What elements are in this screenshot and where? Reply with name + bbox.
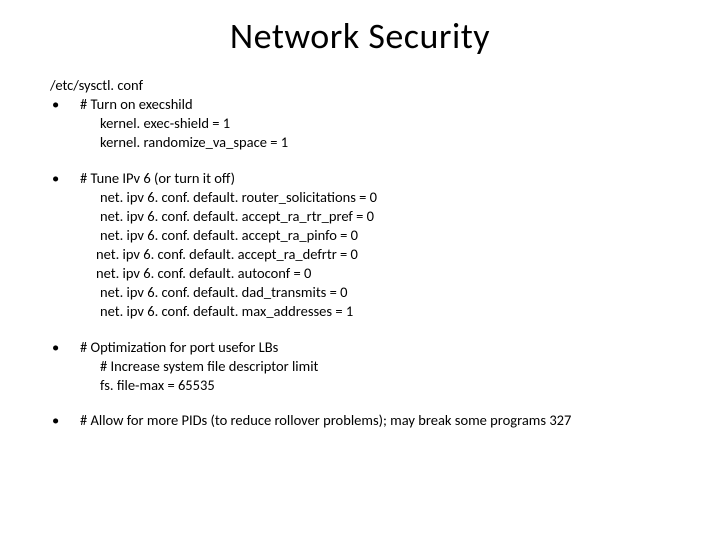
config-line: net. ipv 6. conf. default. autoconf = 0 bbox=[50, 264, 690, 283]
bullet-item: • # Tune IPv 6 (or turn it off) bbox=[50, 169, 690, 188]
config-line: net. ipv 6. conf. default. accept_ra_def… bbox=[50, 245, 690, 264]
config-line: kernel. exec-shield = 1 bbox=[50, 114, 690, 133]
config-line: net. ipv 6. conf. default. accept_ra_pin… bbox=[50, 226, 690, 245]
spacer bbox=[50, 395, 690, 411]
config-line: fs. file-max = 65535 bbox=[50, 376, 690, 395]
bullet-head: # Allow for more PIDs (to reduce rollove… bbox=[80, 411, 690, 430]
bullet-marker: • bbox=[50, 411, 80, 430]
bullet-marker: • bbox=[50, 338, 80, 357]
file-path: /etc/sysctl. conf bbox=[50, 76, 690, 95]
bullet-head: # Tune IPv 6 (or turn it off) bbox=[80, 169, 690, 188]
spacer bbox=[50, 322, 690, 338]
spacer bbox=[50, 153, 690, 169]
config-line: # Increase system file descriptor limit bbox=[50, 357, 690, 376]
slide: Network Security /etc/sysctl. conf • # T… bbox=[0, 14, 720, 540]
config-line: net. ipv 6. conf. default. router_solici… bbox=[50, 188, 690, 207]
config-line: kernel. randomize_va_space = 1 bbox=[50, 133, 690, 152]
config-line: net. ipv 6. conf. default. accept_ra_rtr… bbox=[50, 207, 690, 226]
bullet-head: # Optimization for port usefor LBs bbox=[80, 338, 690, 357]
bullet-item: • # Turn on execshild bbox=[50, 95, 690, 114]
bullet-item: • # Optimization for port usefor LBs bbox=[50, 338, 690, 357]
slide-title: Network Security bbox=[0, 14, 720, 58]
config-line: net. ipv 6. conf. default. max_addresses… bbox=[50, 302, 690, 321]
slide-body: /etc/sysctl. conf • # Turn on execshild … bbox=[0, 76, 720, 430]
bullet-item: • # Allow for more PIDs (to reduce rollo… bbox=[50, 411, 690, 430]
bullet-head: # Turn on execshild bbox=[80, 95, 690, 114]
bullet-marker: • bbox=[50, 95, 80, 114]
bullet-marker: • bbox=[50, 169, 80, 188]
config-line: net. ipv 6. conf. default. dad_transmits… bbox=[50, 283, 690, 302]
